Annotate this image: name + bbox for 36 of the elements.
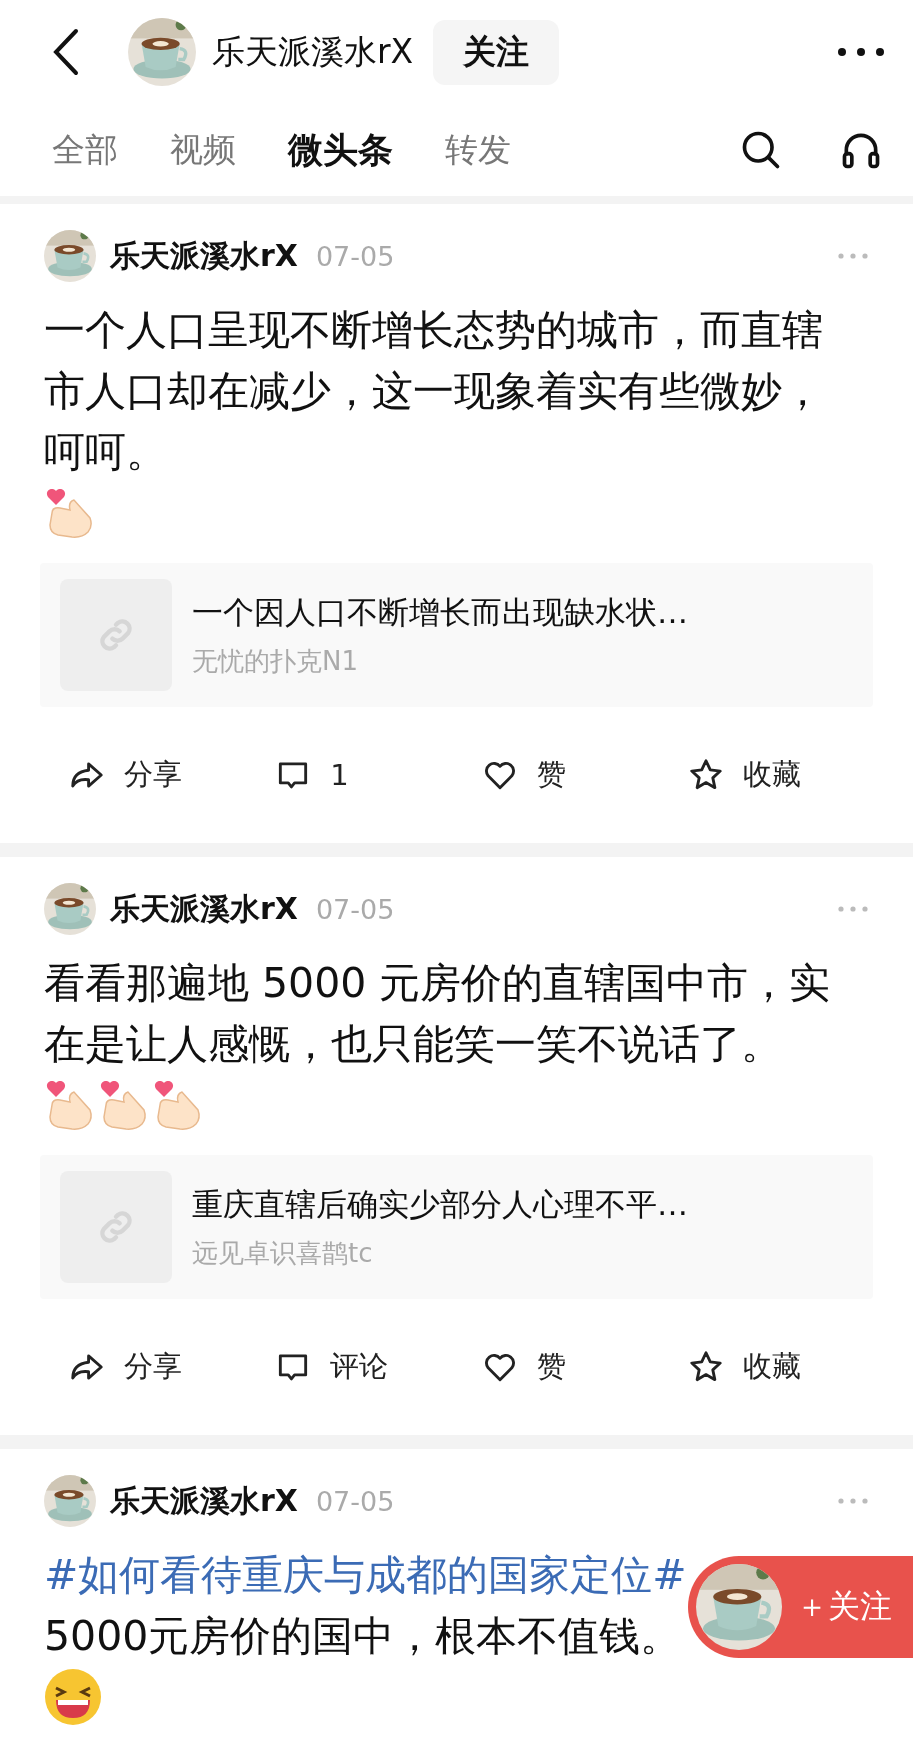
hashtag-link[interactable]: #如何看待重庆与成都的国家定位# [44,1545,687,1606]
share-button[interactable]: 分享 [44,1347,251,1387]
post-date: 07-05 [315,1485,395,1517]
finger-heart-icon [98,1079,148,1131]
profile-name: 乐天派溪水rX [212,30,414,73]
tab[interactable]: 微头条 [288,126,393,174]
favorite-button[interactable]: 收藏 [662,755,869,795]
laughing-face-icon [44,1668,102,1726]
like-button[interactable]: 赞 [456,755,663,795]
author-name[interactable]: 乐天派溪水rX [110,235,298,277]
finger-heart-icon [44,1079,94,1131]
floating-follow-button[interactable]: ＋关注 [688,1556,913,1658]
post-text: 一个人口呈现不断增长态势的城市，而直辖市人口却在减少，这一现象着实有些微妙，呵呵。 [44,305,824,478]
tab[interactable]: 视频 [170,127,236,173]
finger-heart-icon [44,487,94,539]
more-icon[interactable] [837,47,885,57]
favorite-button[interactable]: 收藏 [662,1347,869,1387]
tab[interactable]: 转发 [445,127,511,173]
quoted-post-card[interactable]: 一个因人口不断增长而出现缺水状… 无忧的扑克N1 [40,563,873,707]
comment-button[interactable]: 1 [250,756,457,794]
tab[interactable]: 全部 [52,127,118,173]
quoted-title: 重庆直辖后确实少部分人心理不平… [192,1184,688,1224]
quoted-author: 无忧的扑克N1 [192,644,359,678]
share-button[interactable]: 分享 [44,755,251,795]
quoted-author: 远见卓识喜鹊tc [192,1236,374,1270]
finger-heart-icon [152,1079,202,1131]
quoted-post-card[interactable]: 重庆直辖后确实少部分人心理不平… 远见卓识喜鹊tc [40,1155,873,1299]
author-name[interactable]: 乐天派溪水rX [110,1480,298,1522]
post-date: 07-05 [315,893,395,925]
comment-button[interactable]: 评论 [250,1347,457,1387]
post-date: 07-05 [315,240,395,272]
post-text: 看看那遍地 5000 元房价的直辖国中市，实在是让人感慨，也只能笑一笑不说话了。 [44,958,832,1070]
quoted-title: 一个因人口不断增长而出现缺水状… [192,592,688,632]
author-name[interactable]: 乐天派溪水rX [110,888,298,930]
follow-button[interactable]: 关注 [433,19,560,85]
like-button[interactable]: 赞 [456,1347,663,1387]
